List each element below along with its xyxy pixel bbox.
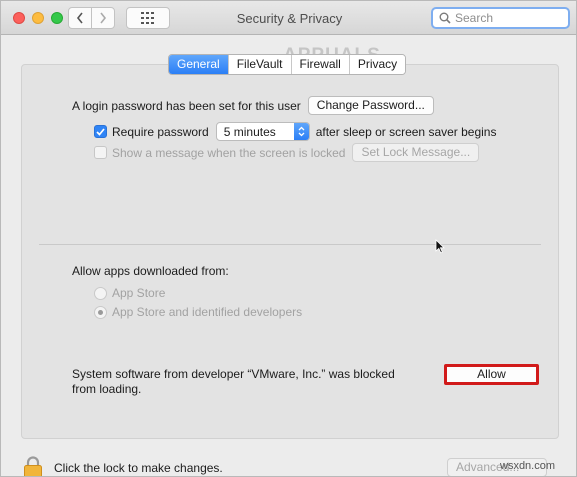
allow-apps-heading: Allow apps downloaded from: <box>72 264 229 278</box>
change-password-button[interactable]: Change Password... <box>307 96 434 115</box>
lock-text: Click the lock to make changes. <box>54 461 223 475</box>
search-icon <box>439 12 451 24</box>
security-privacy-window: Security & Privacy General FileVault Fir… <box>0 0 577 477</box>
blocked-software-message: System software from developer “VMware, … <box>72 367 395 397</box>
radio-identified-developers-row: App Store and identified developers <box>94 305 302 319</box>
lock-text-row: Click the lock to make changes. <box>54 461 223 475</box>
radio-app-store-row: App Store <box>94 286 165 300</box>
minimize-window-button[interactable] <box>32 12 44 24</box>
blocked-line-1: System software from developer “VMware, … <box>72 367 395 381</box>
section-divider <box>39 244 541 245</box>
search-field[interactable] <box>431 7 570 29</box>
show-message-row: Show a message when the screen is locked… <box>94 143 480 162</box>
login-password-row: A login password has been set for this u… <box>72 96 434 115</box>
site-watermark: wsxdn.com <box>500 460 556 472</box>
require-password-suffix: after sleep or screen saver begins <box>315 124 497 139</box>
show-message-checkbox[interactable] <box>94 146 107 159</box>
require-password-delay-select[interactable]: 5 minutes <box>215 122 310 141</box>
tab-firewall[interactable]: Firewall <box>291 55 350 74</box>
set-lock-message-button[interactable]: Set Lock Message... <box>352 143 480 162</box>
allow-button[interactable]: Allow <box>447 367 536 382</box>
grid-icon <box>141 12 154 24</box>
allow-button-highlight: Allow <box>444 364 539 385</box>
checkmark-icon <box>96 127 105 136</box>
radio-identified-developers-label: App Store and identified developers <box>112 305 303 319</box>
zoom-window-button[interactable] <box>51 12 63 24</box>
show-message-label: Show a message when the screen is locked <box>112 145 346 160</box>
allow-apps-heading-row: Allow apps downloaded from: <box>72 264 229 278</box>
require-password-row: Require password 5 minutes after sleep o… <box>94 122 496 141</box>
back-button[interactable] <box>68 7 92 29</box>
search-input[interactable] <box>455 11 565 25</box>
radio-app-store[interactable] <box>94 286 107 300</box>
tab-privacy[interactable]: Privacy <box>349 55 406 74</box>
require-password-delay-value: 5 minutes <box>223 124 276 139</box>
require-password-checkbox[interactable] <box>94 125 107 138</box>
chevron-left-icon <box>76 12 83 24</box>
select-arrows-icon <box>293 123 309 140</box>
lock-icon[interactable] <box>23 456 43 477</box>
window-title: Security & Privacy <box>236 11 343 26</box>
close-window-button[interactable] <box>13 12 25 24</box>
show-all-button[interactable] <box>126 7 170 29</box>
tab-bar: General FileVault Firewall Privacy <box>168 54 407 75</box>
title-bar: Security & Privacy <box>1 1 576 35</box>
tab-general[interactable]: General <box>169 55 229 74</box>
radio-identified-developers[interactable] <box>94 305 107 319</box>
require-password-label: Require password <box>112 124 209 139</box>
chevron-right-icon <box>100 12 107 24</box>
blocked-line-2: from loading. <box>72 382 142 396</box>
tab-filevault[interactable]: FileVault <box>228 55 292 74</box>
login-password-text: A login password has been set for this u… <box>72 98 301 113</box>
radio-app-store-label: App Store <box>112 286 166 300</box>
mouse-cursor-icon <box>435 239 445 254</box>
forward-button[interactable] <box>91 7 115 29</box>
